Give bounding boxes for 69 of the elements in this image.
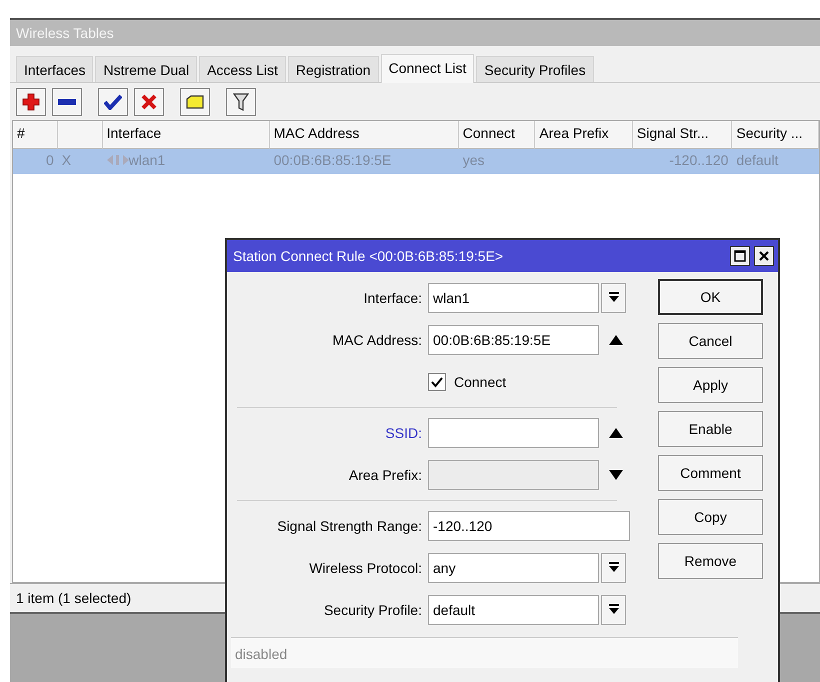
dialog-button[interactable]: Comment — [658, 455, 763, 491]
filter-button[interactable] — [226, 88, 256, 116]
tab[interactable]: Nstreme Dual — [95, 56, 198, 82]
dropdown-arrow-icon — [608, 292, 618, 304]
cross-icon — [141, 94, 157, 110]
checkbox[interactable] — [428, 373, 446, 391]
maximize-icon — [734, 250, 746, 262]
table-cell: wlan1 — [128, 152, 166, 168]
dropdown-button[interactable] — [601, 283, 626, 313]
checkbox-label: Connect — [454, 374, 506, 390]
dropdown-button[interactable] — [601, 595, 626, 625]
field-label: Signal Strength Range: — [276, 518, 423, 534]
tab[interactable]: Interfaces — [16, 56, 94, 82]
field-label: SSID: — [384, 425, 423, 441]
check-icon — [104, 94, 122, 110]
window-title: Wireless Tables — [10, 20, 820, 46]
add-button[interactable] — [16, 88, 46, 116]
interface-icon — [106, 154, 129, 166]
column-header[interactable]: Connect — [458, 121, 536, 149]
dialog-button[interactable]: Remove — [658, 543, 763, 579]
disable-button[interactable] — [134, 88, 164, 116]
close-button[interactable] — [754, 246, 774, 266]
table-cell: 00:0B:6B:85:19:5E — [274, 152, 392, 168]
input-field[interactable]: 00:0B:6B:85:19:5E — [428, 325, 599, 355]
dropdown-arrow-icon — [608, 562, 618, 574]
select-field[interactable]: any — [428, 553, 599, 583]
tab[interactable]: Registration — [288, 56, 379, 82]
table-cell: default — [736, 152, 778, 168]
input-field[interactable] — [428, 418, 599, 448]
dialog-button[interactable]: Apply — [658, 367, 763, 403]
column-header[interactable]: Security ... — [732, 121, 819, 149]
column-header[interactable]: Area Prefix — [535, 121, 633, 149]
remove-icon — [58, 99, 76, 105]
field-label: Wireless Protocol: — [308, 560, 423, 576]
up-arrow-icon[interactable] — [609, 428, 623, 438]
input-field[interactable]: -120..120 — [428, 511, 630, 541]
dialog-button[interactable]: Copy — [658, 499, 763, 535]
dialog-status: disabled — [231, 637, 738, 668]
close-icon — [758, 250, 770, 262]
table-cell: 0 — [46, 152, 54, 168]
select-field[interactable]: wlan1 — [428, 283, 599, 313]
table-cell: yes — [462, 152, 485, 168]
dialog-button[interactable]: Cancel — [658, 323, 763, 359]
dialog-button[interactable]: OK — [658, 279, 763, 315]
field-label: Interface: — [362, 290, 423, 306]
table-cell: X — [62, 152, 72, 168]
dropdown-button[interactable] — [601, 553, 626, 583]
dialog-title: Station Connect Rule <00:0B:6B:85:19:5E> — [233, 248, 504, 264]
filter-icon — [233, 93, 249, 111]
dropdown-arrow-icon — [608, 604, 618, 616]
comment-button[interactable] — [180, 88, 210, 116]
tab[interactable]: Access List — [199, 56, 286, 82]
column-header[interactable]: MAC Address — [270, 121, 459, 149]
dialog-button[interactable]: Enable — [658, 411, 763, 447]
column-header[interactable]: Signal Str... — [632, 121, 732, 149]
tab[interactable]: Connect List — [380, 54, 474, 83]
column-header[interactable]: # — [13, 121, 58, 149]
enable-button[interactable] — [98, 88, 128, 116]
field-label: MAC Address: — [332, 332, 423, 348]
remove-button[interactable] — [52, 88, 82, 116]
field-label: Area Prefix: — [348, 467, 423, 483]
add-icon — [22, 93, 40, 111]
up-arrow-icon[interactable] — [609, 335, 623, 345]
select-field[interactable]: default — [428, 595, 599, 625]
table-cell: -120..120 — [669, 152, 728, 168]
column-header[interactable]: Interface — [102, 121, 270, 149]
note-icon — [186, 95, 204, 109]
maximize-button[interactable] — [730, 246, 750, 266]
tab[interactable]: Security Profiles — [476, 56, 594, 82]
